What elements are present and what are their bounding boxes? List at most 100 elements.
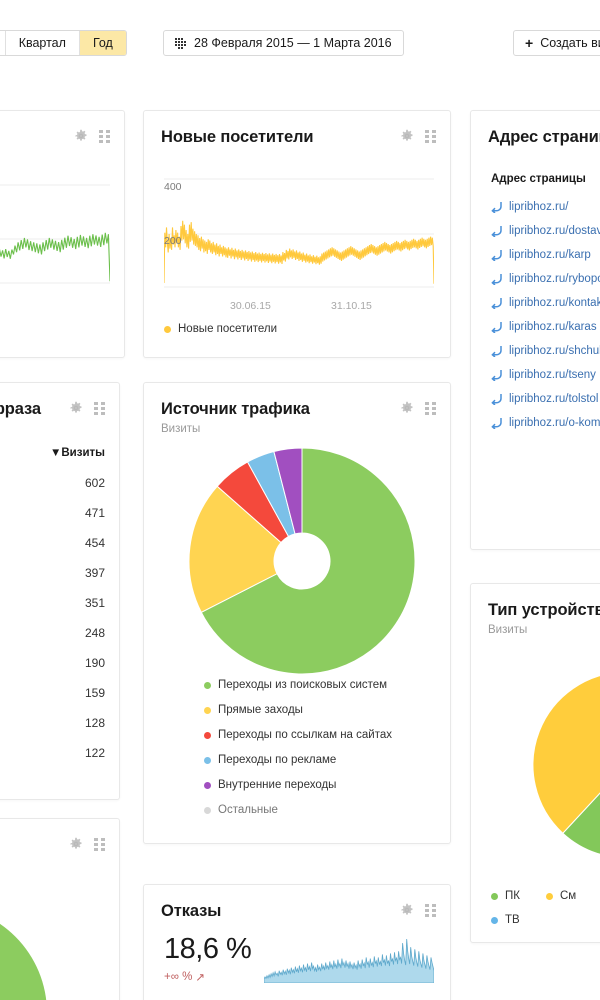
legend-label: Внутренние переходы xyxy=(218,779,337,791)
gear-icon[interactable] xyxy=(400,401,414,415)
drag-handle-icon[interactable] xyxy=(94,401,105,415)
list-item[interactable]: lipribhoz.ru/tseny xyxy=(491,363,600,387)
gear-icon[interactable] xyxy=(69,837,83,851)
column-header-visits[interactable]: ▼Визиты xyxy=(0,441,105,468)
date-range-picker[interactable]: 28 Февраля 2015 — 1 Марта 2016 xyxy=(163,30,404,56)
page-address-link[interactable]: lipribhoz.ru/rybopo xyxy=(509,273,600,285)
table-row[interactable]: 248 xyxy=(0,618,105,648)
page-address-link[interactable]: lipribhoz.ru/kontak xyxy=(509,297,600,309)
drag-handle-icon[interactable] xyxy=(94,837,105,851)
list-item[interactable]: lipribhoz.ru/rybopo xyxy=(491,267,600,291)
legend-color-dot xyxy=(204,706,211,714)
bounce-rate-value: 18,6 % xyxy=(164,933,252,965)
page-address-link[interactable]: lipribhoz.ru/shchuk xyxy=(509,345,600,357)
legend-label: Переходы из поисковых систем xyxy=(218,679,388,691)
create-widget-button[interactable]: + Создать ви… xyxy=(513,30,600,56)
list-item[interactable]: lipribhoz.ru/kontak xyxy=(491,291,600,315)
widget-subtitle: Визиты xyxy=(161,423,201,435)
page-address-link[interactable]: lipribhoz.ru/karp xyxy=(509,249,591,261)
widget-title: Адрес страниц xyxy=(488,128,600,146)
cell-visits: 190 xyxy=(84,656,105,670)
widget-tools xyxy=(69,837,105,851)
legend-color-dot xyxy=(204,731,211,739)
page-address-link[interactable]: lipribhoz.ru/tseny xyxy=(509,369,596,381)
column-header: Адрес страницы xyxy=(491,173,586,185)
period-label-year: Год xyxy=(92,36,113,50)
chart-legend-item[interactable]: Новые посетители xyxy=(164,323,277,335)
external-link-icon xyxy=(491,418,502,429)
page-address-link[interactable]: lipribhoz.ru/tolstol xyxy=(509,393,598,405)
page-address-link[interactable]: lipribhoz.ru/dostav xyxy=(509,225,600,237)
drag-handle-icon[interactable] xyxy=(99,129,110,143)
table-row[interactable]: 471 xyxy=(0,498,105,528)
list-item[interactable]: lipribhoz.ru/karas xyxy=(491,315,600,339)
delta-value: +∞ % xyxy=(164,971,193,983)
table-row[interactable]: 122 xyxy=(0,738,105,768)
legend-item[interactable]: См xyxy=(545,890,576,902)
legend-item[interactable]: Переходы по рекламе xyxy=(204,754,392,766)
table: ▼Визиты 602 471 с…454 397 351 248 190 159 128 122 xyxy=(0,441,105,768)
widget-tools xyxy=(400,401,436,415)
list-item[interactable]: lipribhoz.ru/ xyxy=(491,195,600,219)
widget-tools xyxy=(400,129,436,143)
page-address-link[interactable]: lipribhoz.ru/karas xyxy=(509,321,597,333)
list-item[interactable]: lipribhoz.ru/o-komp xyxy=(491,411,600,435)
gear-icon[interactable] xyxy=(74,129,88,143)
period-button-quarter[interactable]: Квартал xyxy=(5,31,80,55)
legend-label: ТВ xyxy=(505,914,520,926)
table-body: 602 471 с…454 397 351 248 190 159 128 122 xyxy=(0,468,105,768)
column-label-visits: Визиты xyxy=(61,447,105,459)
drag-handle-icon[interactable] xyxy=(425,903,436,917)
period-button-year[interactable]: Год xyxy=(79,31,126,55)
widget-title: Источник трафика xyxy=(161,400,310,418)
table-row[interactable]: 351 xyxy=(0,588,105,618)
widget-header: Тип устройства Визиты xyxy=(471,584,600,636)
table-row[interactable]: 397 xyxy=(0,558,105,588)
period-label-quarter: Квартал xyxy=(18,36,66,50)
y-tick-label-200: 200 xyxy=(164,235,182,247)
table-row[interactable]: 159 xyxy=(0,678,105,708)
cell-visits: 397 xyxy=(84,566,105,580)
list-item[interactable]: lipribhoz.ru/shchuk xyxy=(491,339,600,363)
widget-new-visitors: Новые посетители 400 200 30.06.15 31.10.… xyxy=(143,110,451,358)
legend-item[interactable]: ПК xyxy=(491,890,520,902)
traffic-source-donut-chart xyxy=(188,447,416,675)
legend-color-dot xyxy=(164,325,171,333)
dashboard-page: Месяц Квартал Год 28 Февраля 2015 — 1 Ма… xyxy=(0,0,600,1000)
legend-item[interactable]: Переходы из поисковых систем xyxy=(204,679,392,691)
visitors-left-line-svg xyxy=(0,184,111,284)
cell-visits: 128 xyxy=(84,716,105,730)
gear-icon[interactable] xyxy=(400,129,414,143)
gear-icon[interactable] xyxy=(69,401,83,415)
legend-item[interactable]: Прямые заходы xyxy=(204,704,392,716)
drag-handle-icon[interactable] xyxy=(425,129,436,143)
table-row[interactable]: 602 xyxy=(0,468,105,498)
list-item[interactable]: lipribhoz.ru/tolstol xyxy=(491,387,600,411)
widget-title: Отказы xyxy=(161,902,222,920)
table-row[interactable]: 128 xyxy=(0,708,105,738)
drag-handle-icon[interactable] xyxy=(425,401,436,415)
legend-item[interactable]: Внутренние переходы xyxy=(204,779,392,791)
table-row[interactable]: с…454 xyxy=(0,528,105,558)
new-visitors-line-svg xyxy=(163,178,435,288)
legend-item[interactable]: Переходы по ссылкам на сайтах xyxy=(204,729,392,741)
gear-icon[interactable] xyxy=(400,903,414,917)
legend-label: ПК xyxy=(505,890,520,902)
calendar-icon xyxy=(175,37,186,49)
period-segment-group[interactable]: Месяц Квартал Год xyxy=(0,30,127,56)
cell-visits: 159 xyxy=(84,686,105,700)
page-address-link[interactable]: lipribhoz.ru/ xyxy=(509,201,568,213)
date-range-label: 28 Февраля 2015 — 1 Марта 2016 xyxy=(194,36,392,50)
page-address-link[interactable]: lipribhoz.ru/o-komp xyxy=(509,417,600,429)
table-row[interactable]: 190 xyxy=(0,648,105,678)
list-item[interactable]: lipribhoz.ru/karp xyxy=(491,243,600,267)
cell-visits: 471 xyxy=(84,506,105,520)
list-item[interactable]: lipribhoz.ru/dostav xyxy=(491,219,600,243)
external-link-icon xyxy=(491,202,502,213)
plus-icon: + xyxy=(525,35,534,51)
create-widget-label: Создать ви… xyxy=(540,36,600,50)
legend-item[interactable]: ТВ xyxy=(491,914,600,926)
legend-color-dot xyxy=(204,806,211,814)
trend-up-arrow-icon: ↗ xyxy=(195,972,205,984)
legend-item[interactable]: Остальные xyxy=(204,804,392,816)
